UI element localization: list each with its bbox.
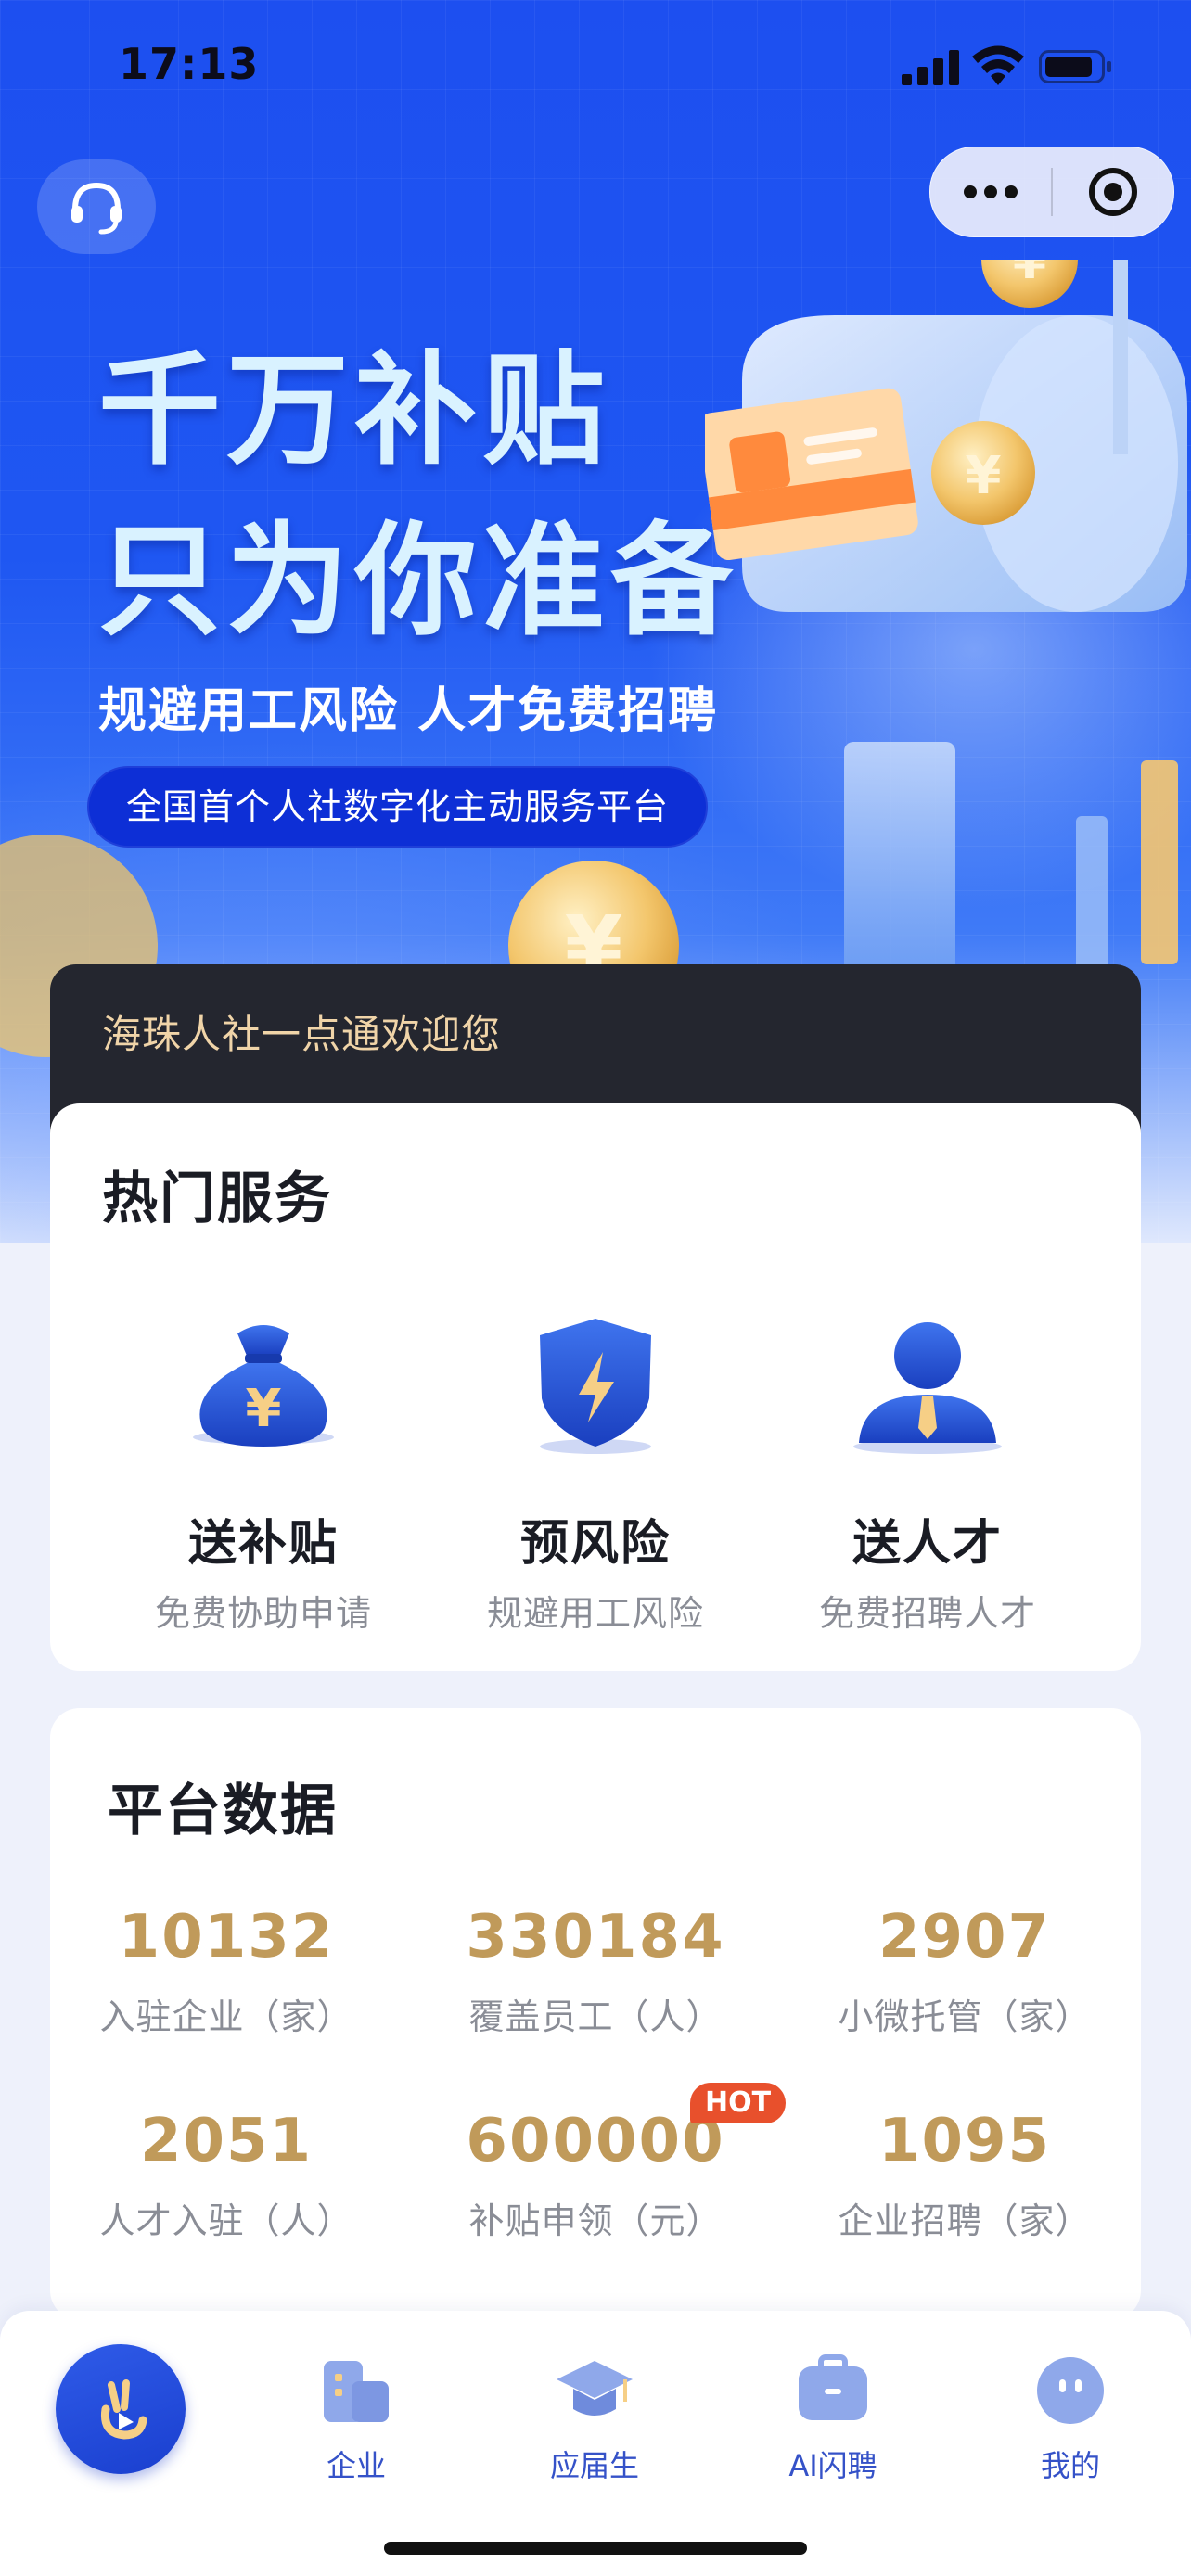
stat-value: 1095 bbox=[877, 2107, 1052, 2175]
service-talent[interactable]: 送人才 免费招聘人才 bbox=[761, 1298, 1095, 1636]
close-miniprogram-button[interactable] bbox=[1053, 147, 1173, 236]
bottom-tab-bar: 企业 应届生 AI闪聘 我的 bbox=[0, 2311, 1191, 2576]
svg-text:¥: ¥ bbox=[966, 446, 1002, 506]
stat-label: 覆盖员工（人） bbox=[468, 1996, 723, 2037]
section-title: 平台数据 bbox=[108, 1779, 338, 1843]
stat-label: 补贴申领（元） bbox=[468, 2200, 723, 2241]
headset-icon bbox=[71, 182, 122, 235]
tab-label: 应届生 bbox=[549, 2448, 639, 2483]
stat-value: 2051 bbox=[139, 2107, 314, 2175]
tab-label: 企业 bbox=[326, 2448, 386, 2483]
headline-line2: 只为你准备 bbox=[98, 510, 738, 653]
more-dots-icon bbox=[964, 185, 1018, 198]
person-icon bbox=[853, 1322, 1002, 1454]
service-subsidy[interactable]: ¥ 送补贴 免费协助申请 bbox=[96, 1298, 430, 1636]
service-name: 送人才 bbox=[852, 1516, 1003, 1572]
service-desc: 免费招聘人才 bbox=[818, 1593, 1036, 1634]
service-name: 预风险 bbox=[519, 1516, 671, 1572]
customer-service-button[interactable] bbox=[37, 159, 156, 254]
miniprogram-capsule bbox=[929, 147, 1174, 237]
tab-mine[interactable]: 我的 bbox=[978, 2348, 1163, 2485]
cellular-signal-icon bbox=[902, 50, 959, 85]
stat-value: 2907 bbox=[877, 1903, 1052, 1971]
stat-item: 330184 覆盖员工（人） bbox=[419, 1903, 772, 2039]
svg-text:¥: ¥ bbox=[1013, 260, 1046, 290]
platform-pill: 全国首个人社数字化主动服务平台 bbox=[87, 766, 709, 848]
service-desc: 规避用工风险 bbox=[486, 1593, 704, 1634]
platform-data-card: 平台数据 10132 入驻企业（家） 330184 覆盖员工（人） 2907 小… bbox=[50, 1708, 1141, 2320]
stat-item: 2051 人才入驻（人） bbox=[50, 2107, 403, 2243]
section-title: 热门服务 bbox=[102, 1167, 332, 1231]
tab-ai-hiring[interactable]: AI闪聘 bbox=[740, 2348, 926, 2485]
headline-line1: 千万补贴 bbox=[98, 339, 610, 482]
stat-item: 2907 小微托管（家） bbox=[788, 1903, 1141, 2039]
tab-label: AI闪聘 bbox=[788, 2448, 877, 2483]
stat-value: 330184 bbox=[466, 1903, 725, 1971]
service-desc: 免费协助申请 bbox=[154, 1593, 372, 1634]
tab-enterprise[interactable]: 企业 bbox=[263, 2348, 449, 2485]
stat-value: 10132 bbox=[118, 1903, 335, 1971]
graduation-cap-icon bbox=[557, 2361, 633, 2416]
tab-label: 我的 bbox=[1040, 2448, 1100, 2483]
more-options-button[interactable] bbox=[930, 147, 1051, 236]
service-risk[interactable]: 预风险 规避用工风险 bbox=[429, 1298, 762, 1636]
tab-home[interactable] bbox=[56, 2344, 186, 2474]
service-name: 送补贴 bbox=[187, 1516, 339, 1572]
briefcase-icon bbox=[799, 2354, 867, 2420]
stat-item: 1095 企业招聘（家） bbox=[788, 2107, 1141, 2243]
profile-face-icon bbox=[1037, 2357, 1104, 2424]
stat-label: 小微托管（家） bbox=[838, 1996, 1092, 2037]
mailbox-illustration: ¥ ¥ ¥ bbox=[705, 260, 1187, 983]
hero-subline: 规避用工风险 人才免费招聘 bbox=[98, 683, 719, 739]
status-time: 17:13 bbox=[119, 39, 260, 89]
hot-badge: HOT bbox=[690, 2083, 787, 2123]
status-bar: 17:13 bbox=[0, 0, 1191, 130]
welcome-text: 海珠人社一点通欢迎您 bbox=[102, 1012, 502, 1057]
stat-label: 企业招聘（家） bbox=[838, 2200, 1092, 2241]
svg-text:¥: ¥ bbox=[246, 1379, 282, 1439]
wifi-icon bbox=[972, 45, 1024, 85]
battery-icon bbox=[1039, 50, 1111, 83]
hot-services-card: 热门服务 ¥ 送补贴 免费协助申请 预风险 规避用工风险 送人才 免费招聘人才 bbox=[50, 1103, 1141, 1671]
stat-label: 人才入驻（人） bbox=[99, 2200, 353, 2241]
stat-label: 入驻企业（家） bbox=[99, 1996, 353, 2037]
tab-graduates[interactable]: 应届生 bbox=[502, 2348, 687, 2485]
building-icon bbox=[324, 2361, 389, 2422]
home-indicator bbox=[384, 2542, 807, 2555]
money-bag-icon: ¥ bbox=[193, 1325, 334, 1447]
stat-item: 10132 入驻企业（家） bbox=[50, 1903, 403, 2039]
shield-lightning-icon bbox=[540, 1319, 651, 1454]
stat-item: 600000 补贴申领（元） bbox=[419, 2107, 772, 2243]
target-circle-icon bbox=[1089, 168, 1137, 216]
home-logo-icon bbox=[100, 2379, 147, 2440]
